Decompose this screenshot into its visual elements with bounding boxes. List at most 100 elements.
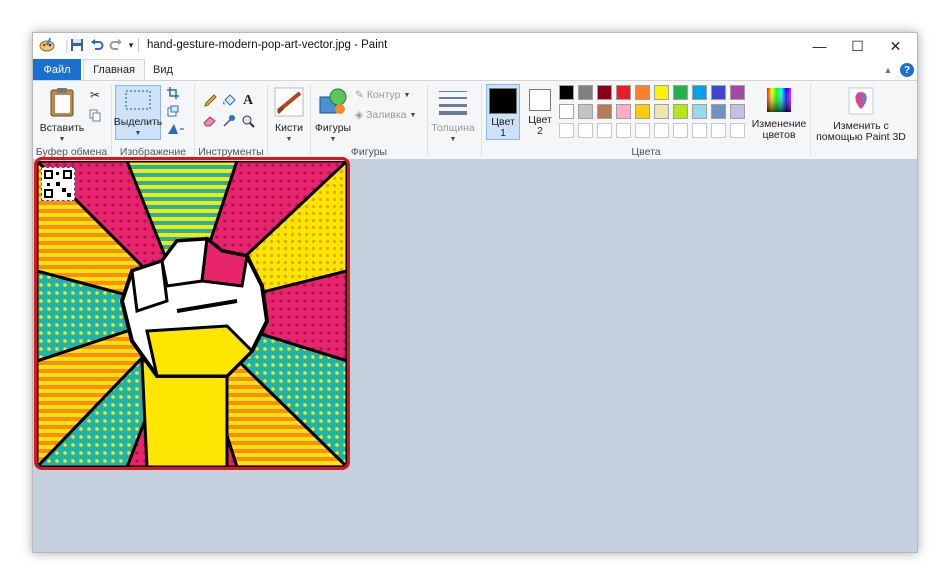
- palette-custom-slot[interactable]: [578, 123, 593, 138]
- color1-swatch: [489, 88, 517, 114]
- palette-color-swatch[interactable]: [578, 85, 593, 100]
- paint3d-label-line2: помощью Paint 3D: [816, 131, 906, 143]
- group-separator: [194, 85, 195, 155]
- group-separator: [481, 85, 482, 155]
- thickness-lines-icon: [437, 87, 469, 118]
- title-separator: [138, 38, 139, 52]
- ribbon: Вставить ▼ ✂ Буфер обмена Выделить ▼ Изо…: [33, 80, 917, 160]
- color1-label-line2: 1: [500, 127, 506, 139]
- color-palette: [559, 85, 755, 145]
- copy-icon[interactable]: [87, 107, 103, 123]
- clipboard-icon: [49, 87, 75, 120]
- text-tool-icon[interactable]: A: [240, 93, 256, 109]
- thickness-button[interactable]: Толщина ▼: [429, 87, 477, 145]
- palette-color-swatch[interactable]: [578, 104, 593, 119]
- brushes-button[interactable]: Кисти ▼: [271, 87, 307, 145]
- close-icon[interactable]: ✕: [877, 33, 914, 59]
- tab-file[interactable]: Файл: [33, 59, 81, 80]
- paint-window: | ▾ hand-gesture-modern-pop-art-vector.j…: [32, 32, 918, 553]
- group-tools: A Инструменты: [196, 81, 266, 159]
- palette-color-swatch[interactable]: [730, 85, 745, 100]
- palette-color-swatch[interactable]: [597, 85, 612, 100]
- edit-with-paint3d-button[interactable]: Изменить с помощью Paint 3D: [813, 87, 909, 143]
- group-image: Выделить ▼ Изображение: [113, 81, 193, 159]
- palette-color-swatch[interactable]: [673, 104, 688, 119]
- redo-icon[interactable]: [108, 37, 124, 53]
- palette-color-swatch[interactable]: [635, 85, 650, 100]
- palette-custom-slot[interactable]: [597, 123, 612, 138]
- palette-color-swatch[interactable]: [692, 85, 707, 100]
- shapes-button[interactable]: Фигуры ▼: [315, 87, 351, 145]
- maximize-icon[interactable]: ☐: [839, 33, 876, 59]
- fill-bucket-small-icon: ◈: [355, 109, 364, 121]
- customize-qa-icon[interactable]: ▾: [125, 37, 137, 53]
- palette-color-swatch[interactable]: [711, 85, 726, 100]
- select-button[interactable]: Выделить ▼: [113, 85, 163, 140]
- fill-bucket-icon[interactable]: [221, 93, 237, 109]
- palette-custom-slot[interactable]: [692, 123, 707, 138]
- group-separator: [427, 85, 428, 155]
- palette-color-swatch[interactable]: [673, 85, 688, 100]
- minimize-icon[interactable]: —: [801, 33, 838, 59]
- tab-home[interactable]: Главная: [83, 59, 145, 80]
- palette-custom-slot[interactable]: [730, 123, 745, 138]
- edit-colors-button[interactable]: Изменение цветов: [751, 87, 807, 141]
- save-icon[interactable]: [69, 37, 85, 53]
- palette-custom-slot[interactable]: [654, 123, 669, 138]
- palette-color-swatch[interactable]: [616, 104, 631, 119]
- select-label: Выделить: [113, 116, 163, 128]
- select-rect-icon: [124, 88, 152, 115]
- outline-button[interactable]: ✎ Контур ▼: [355, 89, 410, 101]
- group-shapes: Фигуры ▼ ✎ Контур ▼ ◈ Заливка ▼ Фигуры: [312, 81, 426, 159]
- color2-swatch: [529, 89, 551, 111]
- palette-color-swatch[interactable]: [654, 104, 669, 119]
- rotate-icon[interactable]: [165, 121, 187, 137]
- palette-color-swatch[interactable]: [559, 85, 574, 100]
- collapse-ribbon-icon[interactable]: ▲: [881, 63, 895, 77]
- eraser-icon[interactable]: [202, 113, 218, 129]
- palette-custom-slot[interactable]: [673, 123, 688, 138]
- palette-color-swatch[interactable]: [597, 104, 612, 119]
- palette-custom-slot[interactable]: [711, 123, 726, 138]
- cut-icon[interactable]: ✂: [87, 87, 103, 103]
- palette-custom-slot[interactable]: [616, 123, 631, 138]
- fill-button[interactable]: ◈ Заливка ▼: [355, 109, 416, 121]
- color2-label-line2: 2: [537, 125, 543, 137]
- magnifier-icon[interactable]: [240, 113, 256, 129]
- chevron-down-icon: ▼: [329, 136, 337, 143]
- palette-color-swatch[interactable]: [711, 104, 726, 119]
- shapes-label: Фигуры: [314, 122, 352, 134]
- window-title: hand-gesture-modern-pop-art-vector.jpg -…: [147, 39, 388, 51]
- paste-button[interactable]: Вставить ▼: [39, 87, 85, 145]
- palette-color-swatch[interactable]: [730, 104, 745, 119]
- palette-color-swatch[interactable]: [654, 85, 669, 100]
- help-icon[interactable]: ?: [900, 63, 914, 77]
- shapes-icon: [318, 87, 348, 120]
- paint3d-icon: [848, 87, 874, 118]
- resize-icon[interactable]: [165, 103, 181, 119]
- color2-button[interactable]: Цвет 2: [523, 89, 557, 137]
- group-colors: Цвет 1 Цвет 2 Изменение цветов Цвета: [483, 81, 809, 159]
- edit-colors-label-line2: цветов: [762, 129, 796, 141]
- group-separator: [111, 85, 112, 155]
- canvas-workspace[interactable]: [33, 157, 917, 552]
- palette-custom-slot[interactable]: [635, 123, 650, 138]
- palette-color-swatch[interactable]: [635, 104, 650, 119]
- color-picker-icon[interactable]: [221, 113, 237, 129]
- pencil-icon[interactable]: [202, 93, 218, 109]
- undo-icon[interactable]: [89, 37, 105, 53]
- paste-label: Вставить: [39, 122, 85, 134]
- thickness-label: Толщина: [431, 122, 475, 134]
- palette-custom-slot[interactable]: [559, 123, 574, 138]
- palette-color-swatch[interactable]: [692, 104, 707, 119]
- ribbon-tabs: Файл Главная Вид ▲ ?: [33, 59, 917, 80]
- paint-app-icon[interactable]: [39, 37, 55, 53]
- chevron-down-icon: ▼: [403, 91, 411, 99]
- palette-color-swatch[interactable]: [559, 104, 574, 119]
- title-bar: | ▾ hand-gesture-modern-pop-art-vector.j…: [33, 33, 917, 59]
- tab-view[interactable]: Вид: [147, 59, 179, 80]
- chevron-down-icon: ▼: [409, 111, 417, 119]
- crop-icon[interactable]: [165, 85, 181, 101]
- palette-color-swatch[interactable]: [616, 85, 631, 100]
- color1-button[interactable]: Цвет 1: [486, 84, 520, 140]
